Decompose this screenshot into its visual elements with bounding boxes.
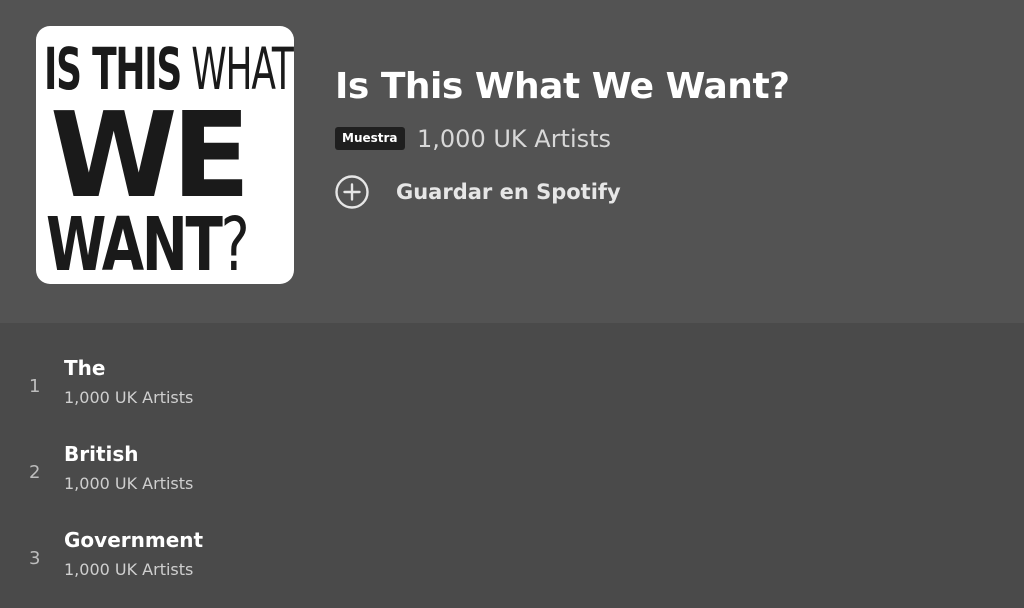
playlist-title[interactable]: Is This What We Want? [335, 66, 790, 107]
track-title[interactable]: Government [64, 528, 203, 552]
cover-text-question: ? [220, 202, 250, 284]
track-row[interactable]: 3 Government 1,000 UK Artists [0, 522, 1024, 608]
playlist-artists[interactable]: 1,000 UK Artists [417, 125, 611, 153]
track-row[interactable]: 2 British 1,000 UK Artists [0, 436, 1024, 522]
cover-line-2: WE [50, 86, 251, 224]
track-artist[interactable]: 1,000 UK Artists [64, 388, 193, 407]
save-label: Guardar en Spotify [396, 180, 621, 204]
track-number: 3 [29, 548, 41, 569]
save-to-spotify-button[interactable]: Guardar en Spotify [335, 172, 621, 212]
plus-circle-icon [335, 175, 369, 209]
preview-badge: Muestra [335, 127, 405, 150]
cover-line-3: WANT? [46, 208, 250, 282]
track-number: 1 [29, 376, 41, 397]
track-row[interactable]: 1 The 1,000 UK Artists [0, 350, 1024, 436]
track-artist[interactable]: 1,000 UK Artists [64, 560, 193, 579]
track-artist[interactable]: 1,000 UK Artists [64, 474, 193, 493]
track-title[interactable]: The [64, 356, 105, 380]
playlist-header: IS THIS WHAT WE WANT? Is This What We Wa… [0, 0, 1024, 323]
track-number: 2 [29, 462, 41, 483]
cover-text-want: WANT [46, 202, 223, 284]
track-title[interactable]: British [64, 442, 139, 466]
playlist-cover[interactable]: IS THIS WHAT WE WANT? [36, 26, 294, 284]
